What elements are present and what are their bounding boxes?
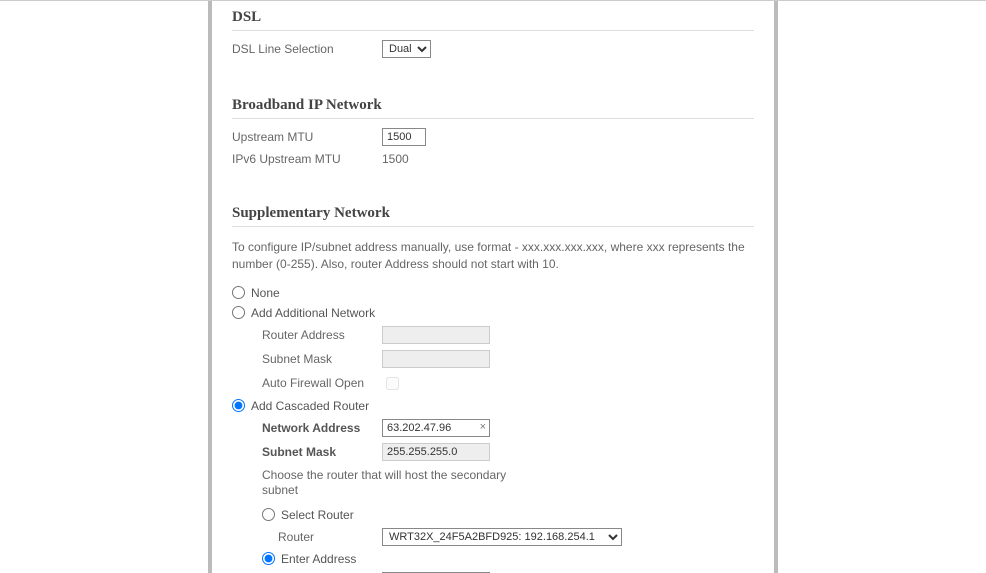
additional-subnet-mask-label: Subnet Mask [262, 352, 382, 366]
cascaded-subnet-mask-label: Subnet Mask [262, 445, 382, 459]
cascaded-subnet-mask-input [382, 443, 490, 461]
select-router-radio-label: Select Router [281, 508, 354, 522]
ipv6-upstream-mtu-value: 1500 [382, 152, 409, 166]
dsl-line-selection-label: DSL Line Selection [232, 42, 382, 56]
router-select-label: Router [278, 530, 382, 544]
add-cascaded-radio-label: Add Cascaded Router [251, 399, 369, 413]
dsl-section-title: DSL [232, 1, 754, 31]
add-additional-radio[interactable] [232, 306, 245, 319]
enter-address-radio-label: Enter Address [281, 552, 356, 566]
network-address-input[interactable] [382, 419, 490, 437]
clear-network-address-icon[interactable]: × [480, 421, 486, 433]
supplementary-section-title: Supplementary Network [232, 197, 754, 227]
none-radio[interactable] [232, 286, 245, 299]
additional-subnet-mask-input [382, 350, 490, 368]
network-address-label: Network Address [262, 421, 382, 435]
add-additional-radio-label: Add Additional Network [251, 306, 375, 320]
router-select[interactable]: WRT32X_24F5A2BFD925: 192.168.254.1 [382, 528, 622, 546]
enter-address-radio[interactable] [262, 552, 275, 565]
select-router-radio[interactable] [262, 508, 275, 521]
add-cascaded-radio[interactable] [232, 399, 245, 412]
supplementary-help-text: To configure IP/subnet address manually,… [232, 233, 754, 283]
ipv6-upstream-mtu-label: IPv6 Upstream MTU [232, 152, 382, 166]
dsl-line-selection-select[interactable]: Dual [382, 40, 431, 58]
auto-firewall-checkbox [386, 377, 399, 390]
settings-panel: DSL DSL Line Selection Dual Broadband IP… [208, 1, 778, 573]
router-address-label: Router Address [262, 328, 382, 342]
upstream-mtu-input[interactable] [382, 128, 426, 146]
upstream-mtu-label: Upstream MTU [232, 130, 382, 144]
choose-router-note: Choose the router that will host the sec… [232, 464, 512, 505]
auto-firewall-label: Auto Firewall Open [262, 376, 382, 390]
broadband-section-title: Broadband IP Network [232, 89, 754, 119]
none-radio-label: None [251, 286, 280, 300]
router-address-input [382, 326, 490, 344]
